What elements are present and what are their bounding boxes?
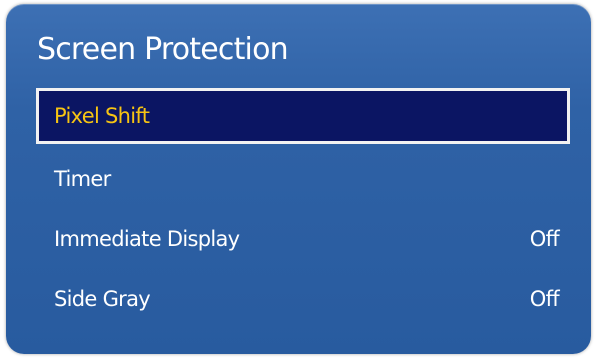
menu-item-pixel-shift[interactable]: Pixel Shift — [36, 88, 570, 144]
menu-title: Screen Protection — [37, 32, 289, 67]
menu-item-timer[interactable]: Timer — [36, 151, 570, 207]
menu-item-value: Off — [529, 227, 560, 251]
screen-protection-menu-panel: Screen Protection Pixel Shift Timer Imme… — [6, 4, 591, 354]
menu-item-side-gray[interactable]: Side Gray Off — [36, 271, 570, 327]
menu-item-value: Off — [529, 287, 560, 311]
menu-item-label: Immediate Display — [54, 227, 240, 251]
menu-item-label: Pixel Shift — [54, 104, 150, 128]
menu-item-immediate-display[interactable]: Immediate Display Off — [36, 211, 570, 267]
menu-item-label: Side Gray — [54, 287, 151, 311]
menu-item-label: Timer — [54, 167, 111, 191]
